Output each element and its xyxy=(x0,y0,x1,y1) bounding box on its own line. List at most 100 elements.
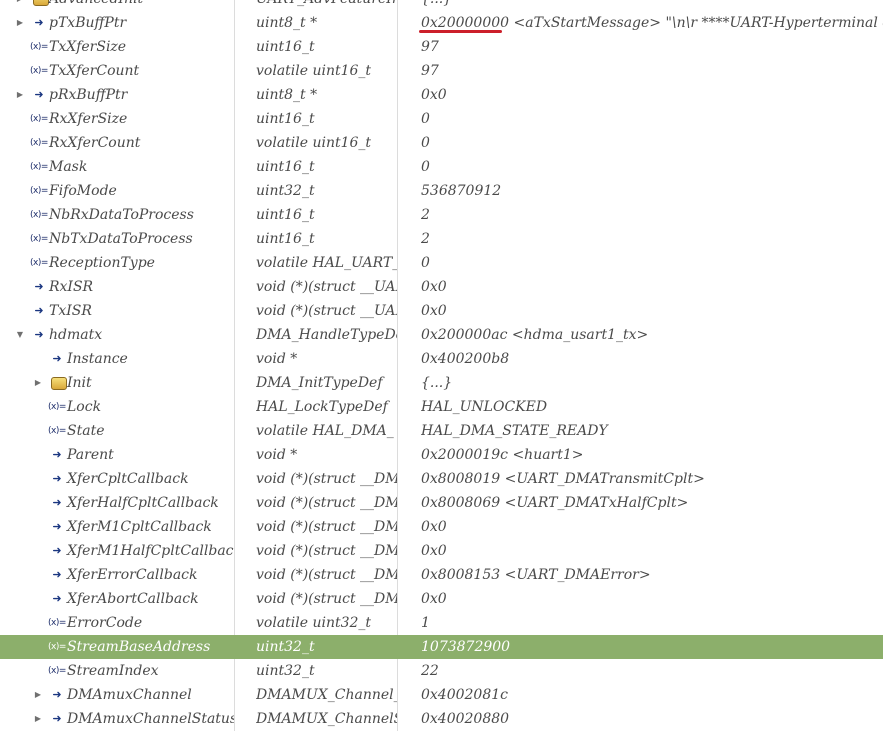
variable-name: pRxBuffPtr xyxy=(49,87,128,103)
tree-row[interactable]: ➜ Instance void * 0x400200b8 xyxy=(0,347,883,371)
collapsed-chevron-icon[interactable]: ▶ xyxy=(15,11,25,35)
variable-value[interactable]: {...} xyxy=(421,0,883,11)
pointer-arrow-icon: ➜ xyxy=(52,472,62,485)
variable-value[interactable]: 536870912 xyxy=(421,179,883,203)
variable-value[interactable]: 2 xyxy=(421,227,883,251)
variable-value[interactable]: 0x40020880 xyxy=(421,707,883,731)
variable-name: NbTxDataToProcess xyxy=(49,231,193,247)
variable-name-cell: (x)= FifoMode xyxy=(0,179,234,203)
tree-row[interactable]: (x)= NbRxDataToProcess uint16_t 2 xyxy=(0,203,883,227)
variable-value[interactable]: 1073872900 xyxy=(421,635,883,659)
tree-row[interactable]: (x)= TxXferCount volatile uint16_t 97 xyxy=(0,59,883,83)
tree-row[interactable]: ▶ Init DMA_InitTypeDef {...} xyxy=(0,371,883,395)
variable-value[interactable]: 1 xyxy=(421,611,883,635)
variable-type: volatile HAL_UART_ xyxy=(256,255,397,271)
variable-icon: (x)= xyxy=(30,138,48,148)
variable-value[interactable]: 0x0 xyxy=(421,587,883,611)
variable-value[interactable]: 0 xyxy=(421,155,883,179)
variable-value[interactable]: 2 xyxy=(421,203,883,227)
collapsed-chevron-icon[interactable]: ▶ xyxy=(33,371,43,395)
variable-name-cell: (x)= State xyxy=(0,419,234,443)
variable-type: uint32_t xyxy=(256,663,315,679)
collapsed-chevron-icon[interactable]: ▶ xyxy=(33,683,43,707)
variable-value[interactable]: 0 xyxy=(421,107,883,131)
variable-name-cell: ▶ ➜ pTxBuffPtr xyxy=(0,11,234,35)
struct-icon xyxy=(33,0,49,6)
variable-value[interactable]: 0x200000ac <hdma_usart1_tx> xyxy=(421,323,883,347)
tree-row[interactable]: ▼ ➜ hdmatx DMA_HandleTypeDef 0x200000ac <hdm… xyxy=(0,323,883,347)
variable-value[interactable]: 0x0 xyxy=(421,539,883,563)
tree-row[interactable]: ➜ Parent void * 0x2000019c <huart1> xyxy=(0,443,883,467)
variable-value[interactable]: 0 xyxy=(421,131,883,155)
variable-name: FifoMode xyxy=(49,183,117,199)
variable-value[interactable]: 0x0 xyxy=(421,275,883,299)
collapsed-chevron-icon[interactable]: ▶ xyxy=(15,0,25,11)
variable-value[interactable]: HAL_UNLOCKED xyxy=(421,395,883,419)
tree-row[interactable]: ➜ XferM1CpltCallback void (*)(struct __DMA… xyxy=(0,515,883,539)
pointer-arrow-icon: ➜ xyxy=(52,712,62,725)
variable-value[interactable]: HAL_DMA_STATE_READY xyxy=(421,419,883,443)
tree-row[interactable]: ▶ AdvancedInit UART_AdvFeatureInit {...} xyxy=(0,0,883,11)
variable-value[interactable]: 0x8008019 <UART_DMATransmitCplt> xyxy=(421,467,883,491)
tree-row[interactable]: ▶ ➜ DMAmuxChannelStatus DMAMUX_ChannelS 0x40… xyxy=(0,707,883,731)
variable-value[interactable]: 0x0 xyxy=(421,83,883,107)
tree-row[interactable]: ➜ XferCpltCallback void (*)(struct __DMA 0x… xyxy=(0,467,883,491)
variable-type: volatile HAL_DMA_ xyxy=(256,423,394,439)
tree-row[interactable]: (x)= RxXferSize uint16_t 0 xyxy=(0,107,883,131)
tree-row[interactable]: (x)= ReceptionType volatile HAL_UART_ 0 xyxy=(0,251,883,275)
variable-type: DMAMUX_Channel_ xyxy=(256,687,397,703)
expanded-chevron-icon[interactable]: ▼ xyxy=(15,323,25,347)
variable-name-cell: (x)= NbTxDataToProcess xyxy=(0,227,234,251)
tree-row[interactable]: (x)= RxXferCount volatile uint16_t 0 xyxy=(0,131,883,155)
variable-name-cell: (x)= ReceptionType xyxy=(0,251,234,275)
tree-row[interactable]: ➜ XferHalfCpltCallback void (*)(struct __D… xyxy=(0,491,883,515)
variable-value[interactable]: 0x8008153 <UART_DMAError> xyxy=(421,563,883,587)
variable-type: void * xyxy=(256,447,298,463)
variable-name: TxISR xyxy=(49,303,92,319)
variable-value[interactable]: 0x2000019c <huart1> xyxy=(421,443,883,467)
tree-row[interactable]: (x)= StreamBaseAddress uint32_t 1073872900 xyxy=(0,635,883,659)
tree-row[interactable]: ➜ XferErrorCallback void (*)(struct __DMA 0… xyxy=(0,563,883,587)
pointer-arrow-icon: ➜ xyxy=(52,496,62,509)
tree-row[interactable]: ➜ RxISR void (*)(struct __UAR 0x0 xyxy=(0,275,883,299)
collapsed-chevron-icon[interactable]: ▶ xyxy=(15,83,25,107)
variable-value[interactable]: 0 xyxy=(421,251,883,275)
tree-row[interactable]: (x)= TxXferSize uint16_t 97 xyxy=(0,35,883,59)
variable-value[interactable]: {...} xyxy=(421,371,883,395)
tree-row[interactable]: (x)= Mask uint16_t 0 xyxy=(0,155,883,179)
variable-name: TxXferCount xyxy=(49,63,140,79)
tree-row[interactable]: ➜ TxISR void (*)(struct __UAR 0x0 xyxy=(0,299,883,323)
variable-name-cell: ➜ XferErrorCallback xyxy=(0,563,234,587)
variable-value[interactable]: 97 xyxy=(421,35,883,59)
collapsed-chevron-icon[interactable]: ▶ xyxy=(33,707,43,731)
variable-value[interactable]: 22 xyxy=(421,659,883,683)
tree-row[interactable]: (x)= Lock HAL_LockTypeDef HAL_UNLOCKED xyxy=(0,395,883,419)
pointer-arrow-icon: ➜ xyxy=(34,16,44,29)
tree-row[interactable]: ▶ ➜ pRxBuffPtr uint8_t * 0x0 xyxy=(0,83,883,107)
tree-row[interactable]: (x)= NbTxDataToProcess uint16_t 2 xyxy=(0,227,883,251)
variable-value[interactable]: 97 xyxy=(421,59,883,83)
variable-type: HAL_LockTypeDef xyxy=(256,399,388,415)
variable-icon: (x)= xyxy=(30,114,48,124)
variable-type: DMA_InitTypeDef xyxy=(256,375,383,391)
tree-row[interactable]: ➜ XferAbortCallback void (*)(struct __DMA 0… xyxy=(0,587,883,611)
variable-value[interactable]: 0x0 xyxy=(421,515,883,539)
variable-value[interactable]: 0x4002081c xyxy=(421,683,883,707)
variable-value[interactable]: 0x400200b8 xyxy=(421,347,883,371)
tree-row[interactable]: ➜ XferM1HalfCpltCallback void (*)(struct _… xyxy=(0,539,883,563)
variable-type: uint32_t xyxy=(256,183,315,199)
variable-name: RxXferCount xyxy=(49,135,141,151)
variable-icon: (x)= xyxy=(30,66,48,76)
tree-row[interactable]: (x)= ErrorCode volatile uint32_t 1 xyxy=(0,611,883,635)
tree-row[interactable]: ▶ ➜ DMAmuxChannel DMAMUX_Channel_ 0x4002081c xyxy=(0,683,883,707)
variable-type: uint16_t xyxy=(256,159,315,175)
variable-type: uint16_t xyxy=(256,231,315,247)
variable-icon: (x)= xyxy=(48,666,66,676)
tree-row[interactable]: (x)= StreamIndex uint32_t 22 xyxy=(0,659,883,683)
variable-value[interactable]: 0x0 xyxy=(421,299,883,323)
variable-value[interactable]: 0x8008069 <UART_DMATxHalfCplt> xyxy=(421,491,883,515)
pointer-arrow-icon: ➜ xyxy=(34,304,44,317)
tree-row[interactable]: (x)= State volatile HAL_DMA_ HAL_DMA_STATE_… xyxy=(0,419,883,443)
tree-row[interactable]: (x)= FifoMode uint32_t 536870912 xyxy=(0,179,883,203)
variable-name: RxXferSize xyxy=(49,111,128,127)
